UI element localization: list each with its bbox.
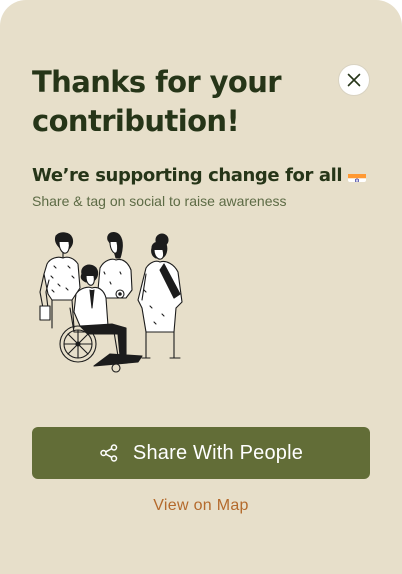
share-icon: [100, 444, 118, 462]
share-with-people-button[interactable]: Share With People: [32, 427, 370, 479]
group-of-people-illustration: [39, 231, 183, 373]
subtitle-text: We’re supporting change for all: [32, 165, 343, 186]
close-button[interactable]: [338, 64, 370, 96]
india-flag-icon: [348, 169, 367, 182]
close-icon: [347, 73, 361, 87]
dialog-title: Thanks for your contribution!: [32, 65, 282, 138]
view-on-map-link[interactable]: View on Map: [0, 496, 402, 516]
share-caption: Share & tag on social to raise awareness: [32, 193, 287, 209]
share-button-label: Share With People: [132, 441, 304, 464]
dialog-subtitle: We’re supporting change for all: [32, 163, 367, 189]
contribution-dialog: Thanks for your contribution! We’re supp…: [0, 0, 402, 574]
